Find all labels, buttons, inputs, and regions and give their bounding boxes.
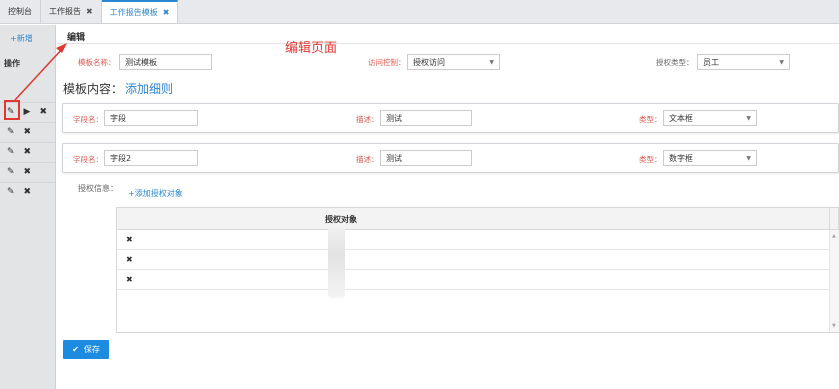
type-value: 文本框 bbox=[669, 113, 693, 123]
column-divider bbox=[829, 208, 830, 230]
template-content-title: 模板内容： bbox=[63, 82, 124, 96]
tab-label: 工作报告模板 bbox=[109, 8, 158, 17]
table-header: 授权对象 bbox=[117, 208, 838, 230]
highlight-box bbox=[4, 100, 20, 120]
add-detail-link[interactable]: 添加细则 bbox=[125, 80, 173, 97]
chevron-down-icon: ▼ bbox=[779, 58, 784, 66]
type-value: 数字框 bbox=[669, 153, 693, 163]
annotation-label: 编辑页面 bbox=[285, 41, 338, 56]
chevron-down-icon: ▼ bbox=[746, 114, 751, 122]
type-select[interactable]: 数字框 ▼ bbox=[663, 150, 757, 166]
tab-label: 工作报告 bbox=[49, 7, 81, 16]
save-button[interactable]: ✔ 保存 bbox=[63, 340, 109, 359]
operation-row: ✎ ✖ bbox=[0, 142, 55, 162]
auth-type-value: 员工 bbox=[703, 57, 719, 67]
operations-header: 操作 bbox=[4, 59, 20, 68]
table-scrollbar[interactable]: ▲ ▼ bbox=[829, 230, 839, 332]
operation-row: ✎ ✖ bbox=[0, 182, 55, 202]
description-label: 描述： bbox=[356, 115, 379, 124]
save-label: 保存 bbox=[83, 345, 100, 354]
auth-type-select[interactable]: 员工 ▼ bbox=[697, 54, 790, 70]
type-select[interactable]: 文本框 ▼ bbox=[663, 110, 757, 126]
access-control-label: 访问控制： bbox=[368, 58, 406, 67]
close-icon[interactable]: ✖ bbox=[39, 108, 47, 117]
table-row: ✖ bbox=[117, 250, 829, 270]
auth-table: 授权对象 ✖ ✖ ✖ ▲ ▼ bbox=[116, 207, 839, 333]
action-sidebar: +新增 操作 ✎ ▶ ✖ ✎ ✖ ✎ ✖ ✎ ✖ ✎ ✖ bbox=[0, 25, 56, 389]
delete-icon[interactable]: ✖ bbox=[126, 235, 133, 244]
play-icon[interactable]: ▶ bbox=[24, 108, 31, 117]
template-name-label: 模板名称： bbox=[78, 58, 116, 67]
description-input[interactable]: 测试 bbox=[380, 150, 472, 166]
access-control-select[interactable]: 授权访问 ▼ bbox=[407, 54, 500, 70]
description-input[interactable]: 测试 bbox=[380, 110, 472, 126]
close-icon[interactable]: ✖ bbox=[86, 7, 93, 16]
delete-icon[interactable]: ✖ bbox=[126, 275, 133, 284]
close-icon[interactable]: ✖ bbox=[24, 168, 32, 177]
pencil-icon[interactable]: ✎ bbox=[7, 188, 15, 197]
type-label: 类型： bbox=[639, 155, 662, 164]
edit-tab[interactable]: 编辑 bbox=[67, 30, 85, 43]
operation-row: ✎ ✖ bbox=[0, 162, 55, 182]
operation-row: ✎ ✖ bbox=[0, 122, 55, 142]
tab-work-report-template[interactable]: 工作报告模板 ✖ bbox=[101, 0, 179, 23]
pencil-icon[interactable]: ✎ bbox=[7, 148, 15, 157]
scroll-up-icon[interactable]: ▲ bbox=[832, 233, 836, 239]
auth-info-label: 授权信息： bbox=[78, 184, 118, 193]
table-row: ✖ bbox=[117, 230, 829, 250]
description-label: 描述： bbox=[356, 155, 379, 164]
tab-work-report[interactable]: 工作报告 ✖ bbox=[41, 0, 102, 23]
add-auth-object-button[interactable]: +添加授权对象 bbox=[128, 188, 183, 199]
check-icon: ✔ bbox=[72, 345, 79, 354]
type-label: 类型： bbox=[639, 115, 662, 124]
delete-icon[interactable]: ✖ bbox=[126, 255, 133, 264]
auth-type-label: 授权类型： bbox=[656, 58, 694, 67]
pencil-icon[interactable]: ✎ bbox=[7, 128, 15, 137]
close-icon[interactable]: ✖ bbox=[163, 8, 170, 17]
field-name-label: 字段名： bbox=[73, 155, 103, 164]
divider bbox=[57, 43, 839, 44]
close-icon[interactable]: ✖ bbox=[24, 188, 32, 197]
close-icon[interactable]: ✖ bbox=[24, 128, 32, 137]
chevron-down-icon: ▼ bbox=[489, 58, 494, 66]
add-new-button[interactable]: +新增 bbox=[10, 33, 33, 44]
field-name-input[interactable]: 字段2 bbox=[104, 150, 198, 166]
template-name-input[interactable]: 测试模板 bbox=[119, 54, 212, 70]
access-control-value: 授权访问 bbox=[413, 57, 445, 67]
redacted-image bbox=[328, 227, 345, 298]
table-row: ✖ bbox=[117, 270, 829, 290]
pencil-icon[interactable]: ✎ bbox=[7, 168, 15, 177]
close-icon[interactable]: ✖ bbox=[24, 148, 32, 157]
tab-console[interactable]: 控制台 bbox=[0, 0, 41, 23]
tab-bar: 控制台 工作报告 ✖ 工作报告模板 ✖ bbox=[0, 0, 839, 24]
field-name-input[interactable]: 字段 bbox=[104, 110, 198, 126]
scroll-down-icon[interactable]: ▼ bbox=[832, 323, 836, 329]
chevron-down-icon: ▼ bbox=[746, 154, 751, 162]
tab-label: 控制台 bbox=[8, 7, 32, 16]
column-header-auth-object: 授权对象 bbox=[325, 215, 357, 224]
field-name-label: 字段名： bbox=[73, 115, 103, 124]
